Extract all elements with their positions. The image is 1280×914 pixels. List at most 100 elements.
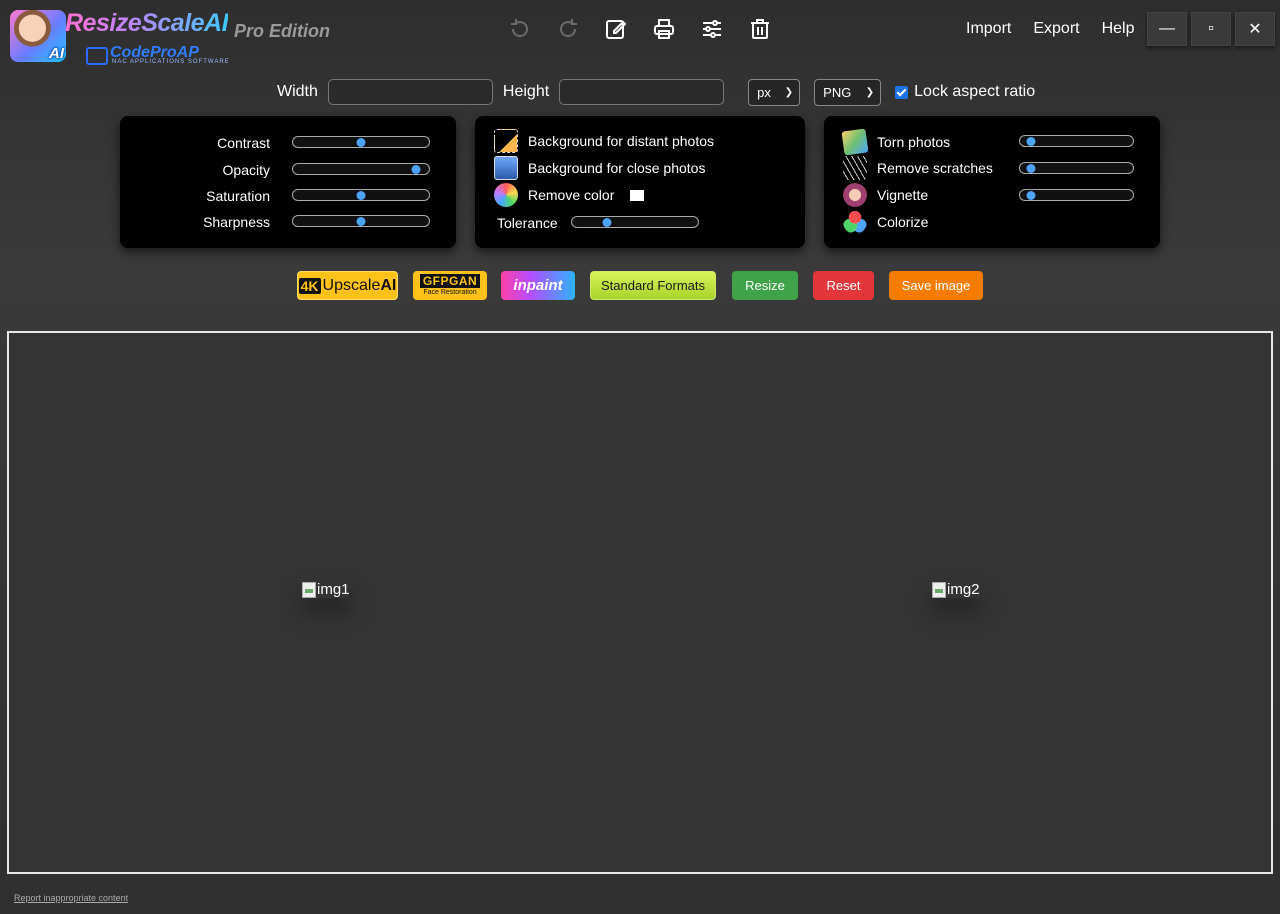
colorize-option[interactable]: Colorize xyxy=(843,210,928,234)
upscale-ai-label: AI xyxy=(380,276,397,294)
tolerance-label: Tolerance xyxy=(497,215,558,231)
company-chip-icon xyxy=(86,47,108,65)
torn-photos-label: Torn photos xyxy=(877,134,951,150)
colorize-icon xyxy=(843,210,867,234)
slider-knob[interactable] xyxy=(1026,191,1036,200)
menu-bar: Import Export Help xyxy=(966,20,1135,38)
portrait-photo-icon xyxy=(494,156,518,180)
reset-button[interactable]: Reset xyxy=(813,271,874,300)
slider-knob[interactable] xyxy=(1026,137,1036,146)
bg-distant-label: Background for distant photos xyxy=(528,133,715,149)
chevron-down-icon: ❯ xyxy=(865,86,875,98)
height-label: Height xyxy=(502,83,550,100)
edit-icon xyxy=(606,20,627,39)
saturation-slider[interactable] xyxy=(292,189,430,201)
close-button[interactable]: ✕ xyxy=(1235,12,1275,46)
torn-photos-option[interactable]: Torn photos xyxy=(841,128,951,156)
menu-export[interactable]: Export xyxy=(1033,20,1079,38)
minimize-button[interactable]: — xyxy=(1147,12,1187,46)
rotate-left-button[interactable] xyxy=(505,14,535,44)
broken-image-icon xyxy=(302,581,316,598)
width-input[interactable] xyxy=(327,79,493,105)
adjustments-button[interactable] xyxy=(697,14,727,44)
upscale-label: Upscale xyxy=(322,276,381,294)
rotate-right-icon xyxy=(560,19,577,38)
save-image-button[interactable]: Save image xyxy=(889,271,983,300)
gfpgan-button[interactable]: GFPGAN Face Restoration xyxy=(413,271,487,300)
inpaint-label: inpaint xyxy=(513,277,563,294)
image-2-placeholder[interactable]: img2 xyxy=(932,581,980,598)
remove-scratches-slider[interactable] xyxy=(1019,162,1134,174)
image-canvas[interactable]: img1 img2 xyxy=(7,331,1273,874)
contrast-slider[interactable] xyxy=(292,136,430,148)
lock-aspect-ratio-label: Lock aspect ratio xyxy=(914,83,1036,100)
chevron-down-icon: ❯ xyxy=(784,86,794,98)
menu-help[interactable]: Help xyxy=(1102,20,1135,38)
menu-import[interactable]: Import xyxy=(966,20,1011,38)
contrast-label: Contrast xyxy=(217,135,270,151)
slider-knob[interactable] xyxy=(356,138,366,147)
height-input[interactable] xyxy=(559,79,725,105)
saturation-label: Saturation xyxy=(206,188,270,204)
bg-distant-option[interactable]: Background for distant photos xyxy=(494,129,714,153)
image-2-alt: img2 xyxy=(947,581,980,598)
unit-value: px xyxy=(757,84,771,100)
logo-ai-badge: AI xyxy=(49,45,64,62)
rotate-right-button[interactable] xyxy=(553,14,583,44)
remove-color-option[interactable]: Remove color xyxy=(494,183,645,207)
remove-scratches-option[interactable]: Remove scratches xyxy=(843,156,993,180)
tolerance-slider[interactable] xyxy=(571,216,699,228)
slider-knob[interactable] xyxy=(602,218,611,227)
colorize-label: Colorize xyxy=(877,214,929,230)
vignette-icon xyxy=(843,183,867,207)
format-value: PNG xyxy=(823,84,852,100)
edit-button[interactable] xyxy=(601,14,631,44)
unit-select[interactable]: px ❯ xyxy=(748,78,801,106)
size-controls: Width Height px ❯ PNG ❯ Lock aspect rati… xyxy=(277,78,1035,106)
gfpgan-sublabel: Face Restoration xyxy=(423,289,477,296)
toolbar xyxy=(505,14,775,44)
remove-color-label: Remove color xyxy=(528,187,615,203)
print-button[interactable] xyxy=(649,14,679,44)
bg-close-label: Background for close photos xyxy=(528,160,706,176)
report-content-link[interactable]: Report inappropriate content xyxy=(14,893,128,903)
background-panel: Background for distant photos Background… xyxy=(475,116,805,248)
scratch-icon xyxy=(843,156,867,180)
app-title: ResizeScaleAI xyxy=(65,9,229,37)
opacity-slider[interactable] xyxy=(292,163,430,175)
slider-knob[interactable] xyxy=(356,191,366,200)
gfpgan-label: GFPGAN xyxy=(419,274,481,288)
format-select[interactable]: PNG ❯ xyxy=(814,78,882,106)
opacity-label: Opacity xyxy=(222,162,270,178)
sharpness-label: Sharpness xyxy=(203,214,270,230)
vignette-label: Vignette xyxy=(877,187,929,203)
slider-knob[interactable] xyxy=(411,165,421,174)
restore-panel: Torn photos Remove scratches Vignette Co… xyxy=(824,116,1160,248)
color-swatch[interactable] xyxy=(630,189,645,201)
adjust-panel: Contrast Opacity Saturation Sharpness xyxy=(120,116,456,248)
company-logo: CodeProAP NAC APPLICATIONS SOFTWARE xyxy=(86,44,236,66)
maximize-button[interactable]: ▫ xyxy=(1191,12,1231,46)
torn-photos-slider[interactable] xyxy=(1019,135,1134,147)
image-1-placeholder[interactable]: img1 xyxy=(302,581,350,598)
action-bar: 4K Upscale AI GFPGAN Face Restoration in… xyxy=(0,271,1280,301)
resize-button[interactable]: Resize xyxy=(732,271,798,300)
lock-aspect-ratio-checkbox[interactable]: Lock aspect ratio xyxy=(895,83,1035,101)
sharpness-slider[interactable] xyxy=(292,215,430,227)
inpaint-button[interactable]: inpaint xyxy=(501,271,575,300)
landscape-photo-icon xyxy=(494,129,518,153)
width-label: Width xyxy=(277,83,318,100)
bg-close-option[interactable]: Background for close photos xyxy=(494,156,705,180)
window-controls: — ▫ ✕ xyxy=(1147,12,1275,46)
vignette-slider[interactable] xyxy=(1019,189,1134,201)
slider-knob[interactable] xyxy=(1026,164,1036,173)
print-icon xyxy=(654,19,674,39)
upscale-ai-button[interactable]: 4K Upscale AI xyxy=(297,271,398,300)
slider-knob[interactable] xyxy=(356,217,366,226)
delete-button[interactable] xyxy=(745,14,775,44)
vignette-option[interactable]: Vignette xyxy=(843,183,928,207)
broken-image-icon xyxy=(932,581,946,598)
image-1-alt: img1 xyxy=(317,581,350,598)
standard-formats-button[interactable]: Standard Formats xyxy=(590,271,716,300)
company-subtitle: NAC APPLICATIONS SOFTWARE xyxy=(112,59,230,65)
